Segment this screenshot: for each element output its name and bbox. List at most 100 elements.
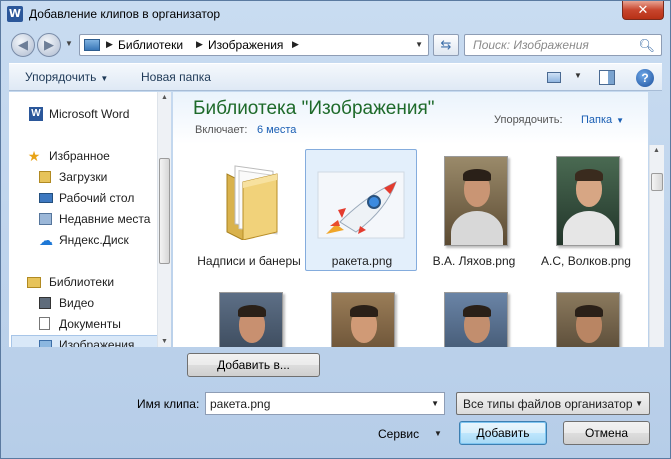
file-tile-photo[interactable]: А.С, Волков.png (530, 150, 642, 272)
file-type-value: Все типы файлов организатор (463, 397, 633, 411)
rocket-image (317, 171, 405, 239)
sidebar-item-label: Недавние места (59, 212, 151, 226)
file-name: ракета.png (331, 254, 393, 268)
breadcrumb-separator-icon[interactable]: ▶ (292, 39, 299, 50)
forward-button[interactable]: ▶ (37, 33, 61, 57)
file-tile-photo[interactable] (193, 284, 305, 347)
sidebar-item-label: Рабочий стол (59, 191, 135, 205)
sidebar-item-downloads[interactable]: Загрузки (9, 167, 157, 187)
word-app-icon: W (7, 6, 23, 22)
photo-hair (350, 305, 378, 317)
astronaut-photo (219, 292, 283, 347)
folder-icon (226, 165, 278, 240)
sidebar-item-yandex-disk[interactable]: ☁ Яндекс.Диск (9, 230, 157, 250)
file-list-pane: Библиотека "Изображения" Включает: 6 мес… (173, 92, 648, 347)
downloads-icon (39, 171, 51, 183)
astronaut-photo (331, 292, 395, 347)
command-toolbar: Упорядочить ▼ Новая папка ▼ ? (9, 63, 662, 91)
file-name: Надписи и банеры (197, 254, 301, 268)
includes-label: Включает: (195, 124, 248, 136)
word-icon: W (29, 107, 43, 121)
navigation-pane: W Microsoft Word ★ Избранное Загрузки Ра… (9, 92, 171, 347)
navigation-scrollbar[interactable]: ▲ ▼ (157, 92, 171, 347)
sidebar-item-recent-places[interactable]: Недавние места (9, 209, 157, 229)
refresh-button[interactable]: ⇆ (433, 34, 459, 56)
preview-pane-icon[interactable] (599, 70, 615, 85)
libraries-folder-icon (84, 39, 100, 51)
breadcrumb-libraries[interactable]: Библиотеки (118, 38, 183, 52)
chevron-down-icon: ▼ (635, 399, 643, 408)
scrollbar-thumb[interactable] (159, 158, 170, 264)
sidebar-item-video[interactable]: Видео (9, 293, 157, 313)
file-name: В.А. Ляхов.png (432, 254, 516, 268)
libraries-icon (27, 277, 41, 288)
sidebar-item-documents[interactable]: Документы (9, 314, 157, 334)
add-to-button[interactable]: Добавить в... (187, 353, 320, 377)
library-header: Библиотека "Изображения" Включает: 6 мес… (173, 92, 648, 144)
cancel-button[interactable]: Отмена (563, 421, 650, 445)
new-folder-button[interactable]: Новая папка (141, 70, 211, 84)
address-history-chevron-icon[interactable]: ▼ (415, 40, 423, 49)
photo-hair (463, 305, 491, 317)
astronaut-photo (444, 156, 508, 246)
breadcrumb-pictures[interactable]: Изображения (208, 38, 283, 52)
arrange-by-value: Папка (581, 114, 613, 126)
scrollbar-thumb[interactable] (651, 173, 663, 191)
sidebar-item-label: Документы (59, 317, 121, 331)
breadcrumb-separator-icon[interactable]: ▶ (106, 39, 113, 50)
chevron-down-icon: ▼ (100, 74, 109, 83)
photo-hair (575, 169, 603, 181)
scroll-up-icon[interactable]: ▲ (653, 147, 660, 154)
file-tile-photo[interactable]: В.А. Ляхов.png (418, 150, 530, 272)
file-type-select[interactable]: Все типы файлов организатор ▼ (456, 392, 650, 415)
recent-pages-chevron-icon[interactable]: ▼ (65, 39, 73, 48)
sidebar-item-label: Видео (59, 296, 95, 310)
star-icon: ★ (27, 148, 41, 164)
sidebar-item-microsoft-word[interactable]: W Microsoft Word (9, 104, 157, 124)
sidebar-item-libraries[interactable]: Библиотеки (9, 272, 157, 292)
search-box[interactable]: Поиск: Изображения 🔍︎ (464, 34, 662, 56)
sidebar-item-desktop[interactable]: Рабочий стол (9, 188, 157, 208)
chevron-down-icon: ▼ (616, 116, 625, 125)
file-tile-photo[interactable] (530, 284, 642, 347)
yandex-disk-icon: ☁ (39, 232, 53, 248)
file-tile-photo[interactable] (418, 284, 530, 347)
search-input[interactable]: Поиск: Изображения (473, 38, 589, 52)
back-button[interactable]: ◀ (11, 33, 35, 57)
breadcrumb-separator-icon[interactable]: ▶ (196, 39, 203, 50)
recent-places-icon (39, 213, 52, 225)
file-tile-photo[interactable] (305, 284, 417, 347)
sidebar-item-label: Изображения (59, 338, 135, 347)
view-options-chevron-icon[interactable]: ▼ (574, 71, 582, 80)
photo-hair (238, 305, 266, 317)
arrange-by-dropdown[interactable]: Папка ▼ (581, 114, 624, 126)
clip-name-label: Имя клипа: (137, 397, 200, 411)
sidebar-item-label: Яндекс.Диск (59, 233, 129, 247)
change-view-icon[interactable] (547, 72, 561, 83)
sidebar-item-pictures[interactable]: Изображения (11, 335, 159, 347)
add-button[interactable]: Добавить (459, 421, 547, 445)
help-icon[interactable]: ? (636, 69, 654, 87)
sidebar-item-label: Загрузки (59, 170, 108, 184)
scroll-up-icon[interactable]: ▲ (161, 94, 168, 101)
file-list-scrollbar[interactable]: ▲ (649, 145, 664, 347)
address-bar[interactable]: ▶ Библиотеки ▶ Изображения ▶ ▼ (79, 34, 429, 56)
organize-label: Упорядочить (25, 70, 97, 84)
add-clips-dialog: W Добавление клипов в организатор ✕ ◀ ▶ … (0, 0, 671, 459)
close-button[interactable]: ✕ (622, 1, 664, 20)
astronaut-photo (444, 292, 508, 347)
service-chevron-down-icon[interactable]: ▼ (434, 429, 442, 438)
search-icon[interactable]: 🔍︎ (638, 38, 655, 54)
clip-name-field[interactable]: ракета.png ▼ (205, 392, 445, 415)
sidebar-item-label: Microsoft Word (49, 107, 130, 121)
includes-locations-link[interactable]: 6 места (257, 124, 296, 136)
organize-button[interactable]: Упорядочить ▼ (25, 70, 108, 84)
video-icon (39, 297, 51, 309)
service-menu[interactable]: Сервис (378, 427, 419, 441)
file-tile-folder[interactable]: Надписи и банеры (193, 150, 305, 272)
scroll-down-icon[interactable]: ▼ (161, 338, 168, 345)
sidebar-item-favorites[interactable]: ★ Избранное (9, 146, 157, 166)
file-tile-rocket[interactable]: ракета.png (305, 149, 417, 271)
photo-hair (575, 305, 603, 317)
chevron-down-icon[interactable]: ▼ (431, 399, 439, 408)
